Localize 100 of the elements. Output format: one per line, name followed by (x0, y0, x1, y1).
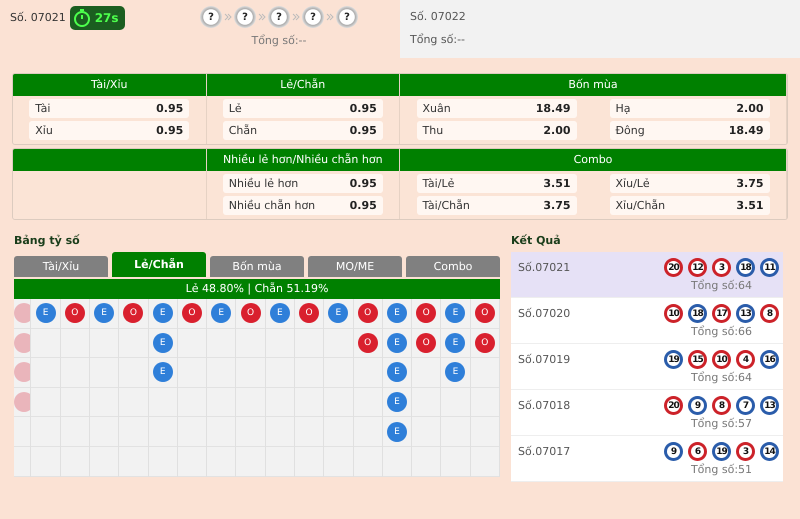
result-row[interactable]: Số.07019 19 15 10 4 16 Tổng số:64 (511, 344, 783, 390)
result-bead (14, 303, 30, 324)
odds-option[interactable]: Đông 18.49 (610, 121, 770, 140)
option-odds: 3.51 (543, 177, 570, 190)
number-ball: 9 (688, 396, 707, 415)
odds-option[interactable]: Xỉu 0.95 (29, 121, 190, 140)
number-ball: 10 (712, 350, 731, 369)
result-bead (14, 332, 30, 353)
odds-option[interactable]: Nhiều lẻ hơn 0.95 (222, 174, 383, 193)
round-number: Số. 07022 (410, 10, 467, 23)
result-bead: O (474, 332, 495, 353)
result-bead: E (211, 303, 232, 324)
result-bead: O (416, 332, 436, 353)
option-odds: 2.00 (543, 124, 570, 137)
odds-option[interactable]: Xỉu/Chẵn 3.51 (610, 196, 770, 215)
number-ball: 7 (736, 396, 755, 415)
chevron-icon (292, 13, 300, 21)
total-sum: Tổng số:57 (690, 417, 752, 430)
result-bead: E (445, 303, 466, 324)
result-bead: E (152, 303, 173, 324)
odds-option[interactable]: Thu 2.00 (416, 121, 576, 140)
odds-option[interactable]: Xỉu/Lẻ 3.75 (610, 174, 770, 193)
option-label: Tài/Lẻ (422, 177, 454, 190)
result-bead (14, 392, 30, 412)
pending-ball: ? (200, 6, 222, 28)
option-odds: 0.95 (156, 124, 184, 137)
board-tab[interactable]: MO/ME (308, 256, 402, 277)
option-label: Lẻ (228, 102, 242, 115)
result-bead: E (386, 422, 407, 442)
option-label: Xỉu (35, 124, 53, 137)
odds-option[interactable]: Tài/Chẵn 3.75 (416, 196, 576, 215)
option-label: Xỉu/Chẵn (616, 199, 666, 212)
section-header: Lẻ/Chẵn (206, 74, 399, 96)
result-bead: O (123, 303, 144, 324)
result-bead: O (416, 303, 436, 324)
option-label: Xuân (422, 102, 451, 115)
result-bead: O (474, 303, 495, 324)
result-bead: E (445, 362, 466, 382)
result-bead: O (358, 303, 378, 324)
number-ball: 16 (760, 350, 779, 369)
chevron-icon (224, 13, 232, 21)
number-ball: 19 (712, 442, 731, 461)
option-label: Hạ (616, 102, 631, 115)
odds-option[interactable]: Tài/Lẻ 3.51 (416, 174, 576, 193)
number-ball: 6 (688, 442, 707, 461)
board-tab[interactable]: Lẻ/Chẵn (112, 252, 206, 277)
result-bead: O (64, 303, 85, 324)
result-bead: E (445, 332, 466, 353)
result-bead: E (94, 303, 114, 324)
option-label: Nhiều chẵn hơn (228, 199, 316, 212)
result-bead: E (386, 392, 407, 412)
result-row[interactable]: Số.07021 20 12 3 18 11 Tổng số:64 (511, 252, 783, 298)
result-row[interactable]: Số.07017 9 6 19 3 14 Tổng số:51 (511, 436, 783, 482)
section-title: Kết Quả (511, 234, 562, 249)
section-header: Nhiều lẻ hơn/Nhiều chẵn hơn (206, 149, 399, 171)
pending-ball: ? (336, 6, 358, 28)
board-tab[interactable]: Combo (406, 256, 500, 277)
section-title: Bảng tỷ số (14, 234, 81, 249)
option-odds: 3.75 (736, 177, 764, 190)
odds-option[interactable]: Tài 0.95 (29, 99, 190, 118)
result-bead: E (328, 303, 348, 324)
pending-ball: ? (302, 6, 324, 28)
result-bead: E (386, 332, 407, 353)
number-ball: 18 (736, 258, 755, 277)
ratio-bar: Lẻ 48.80% | Chẵn 51.19% (14, 279, 500, 299)
result-bead: E (152, 332, 173, 353)
board-tab[interactable]: Bốn mùa (210, 256, 304, 277)
odds-option[interactable]: Xuân 18.49 (416, 99, 576, 118)
round-number: Số.07020 (518, 307, 570, 322)
number-ball: 17 (712, 304, 731, 323)
result-bead (14, 362, 30, 382)
result-bead: E (270, 303, 290, 324)
option-odds: 0.95 (156, 102, 184, 115)
result-row[interactable]: Số.07018 20 9 8 7 13 Tổng số:57 (511, 390, 783, 436)
pending-ball: ? (234, 6, 256, 28)
total-sum: Tổng số:64 (690, 279, 752, 292)
odds-option[interactable]: Chẵn 0.95 (222, 121, 383, 140)
result-row[interactable]: Số.07020 10 18 17 13 8 Tổng số:66 (511, 298, 783, 344)
round-number: Số.07018 (518, 399, 570, 414)
number-ball: 19 (664, 350, 683, 369)
total-sum: Tổng số:64 (690, 371, 752, 384)
option-odds: 2.00 (736, 102, 764, 115)
number-ball: 12 (688, 258, 707, 277)
result-bead: E (36, 303, 56, 324)
option-label: Xỉu/Lẻ (616, 177, 650, 190)
number-ball: 9 (664, 442, 683, 461)
odds-option[interactable]: Hạ 2.00 (610, 99, 770, 118)
board-tab[interactable]: Tài/Xỉu (14, 256, 108, 277)
option-odds: 0.95 (350, 102, 377, 115)
section-header: Bốn mùa (400, 74, 786, 96)
pending-ball: ? (268, 6, 290, 28)
number-ball: 15 (688, 350, 707, 369)
chevron-icon (258, 13, 266, 21)
section-header: Combo (400, 149, 786, 171)
odds-option[interactable]: Lẻ 0.95 (222, 99, 383, 118)
odds-option[interactable]: Nhiều chẵn hơn 0.95 (222, 196, 383, 215)
round-number: Số.07021 (518, 261, 570, 276)
option-odds: 0.95 (350, 177, 377, 190)
number-ball: 11 (760, 258, 779, 277)
result-bead: E (152, 362, 173, 382)
